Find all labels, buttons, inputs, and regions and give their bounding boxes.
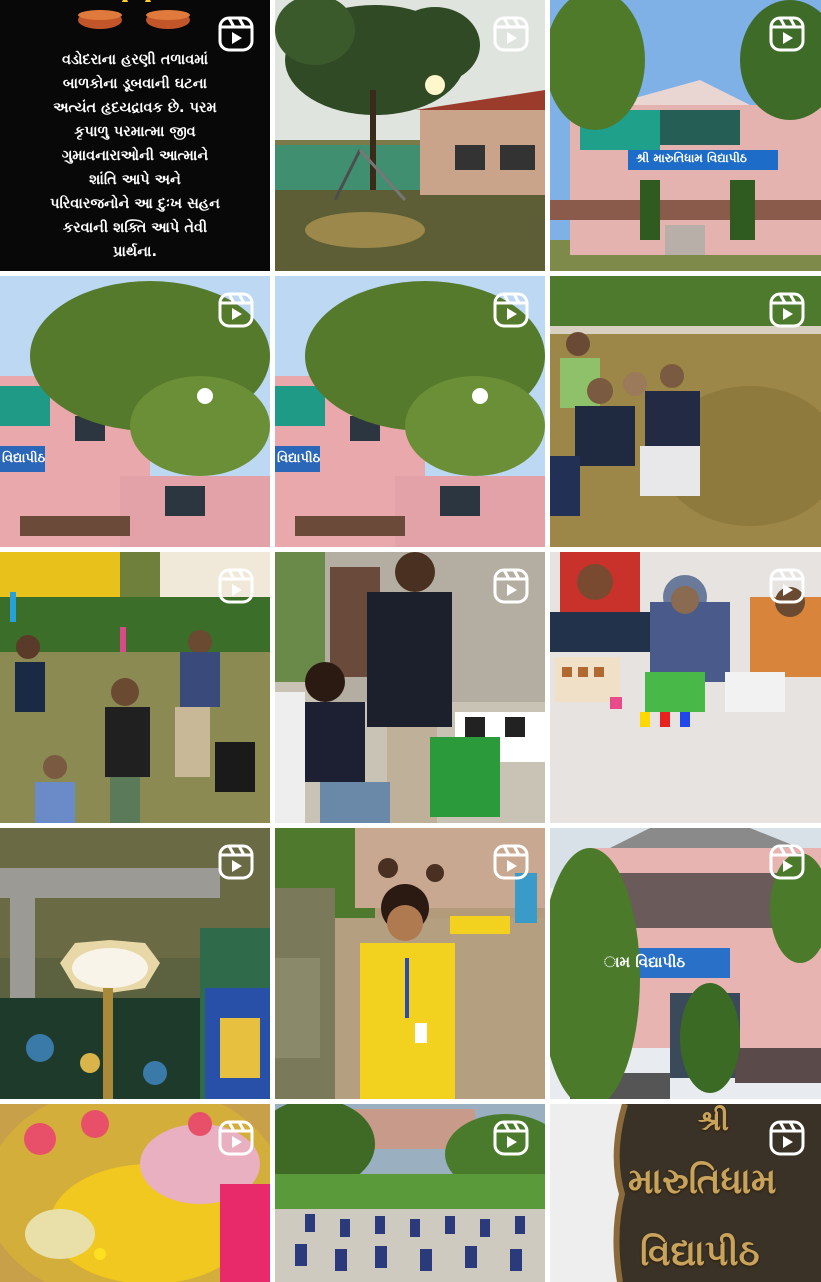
reel-icon [218,568,254,604]
reel-icon [493,292,529,328]
reel-icon [493,568,529,604]
reel-icon [769,568,805,604]
boy-with-microphone-reel[interactable] [275,552,545,823]
school-sign: ામ વિદ્યાપીઠ [604,953,686,971]
reel-icon [218,1120,254,1156]
school-sign: વિદ્યાપીઠ [2,451,46,466]
prayer-message-post[interactable]: વડોદરાના હરણી તળાવમાં બાળકોના ડૂબવાની ઘટ… [0,0,270,271]
colors-rangoli-reel[interactable] [0,1104,270,1282]
reel-icon [218,292,254,328]
reel-icon [493,16,529,52]
reel-icon [769,292,805,328]
school-building-reel[interactable]: શ્રી મારુતિધામ વિદ્યાપીઠ [550,0,821,271]
school-tree-reel-1[interactable]: વિદ્યાપીઠ [0,276,270,547]
kids-with-blocks-reel[interactable] [550,552,821,823]
nameplate-line-2: મારુતિધામ [628,1160,777,1202]
school-sign: શ્રી મારુતિધામ વિદ્યાપીઠ [636,151,747,165]
diya-lamp-reel[interactable] [0,828,270,1099]
school-tree-reel-2[interactable]: વિદ્યાપીઠ [275,276,545,547]
reel-icon [493,1120,529,1156]
reel-icon [769,16,805,52]
reel-icon [218,844,254,880]
yoga-assembly-reel[interactable] [275,1104,545,1282]
nameplate-line-3: વિદ્યાપીઠ [640,1232,760,1274]
reel-icon [769,844,805,880]
school-facade-reel[interactable]: ામ વિદ્યાપીઠ [550,828,821,1099]
stone-nameplate-reel[interactable]: શ્રી મારુતિધામ વિદ્યાપીઠ [550,1104,821,1282]
reels-grid: વડોદરાના હરણી તળાવમાં બાળકોના ડૂબવાની ઘટ… [0,0,821,1282]
reel-icon [769,1120,805,1156]
reel-icon [218,16,254,52]
students-on-grass-reel[interactable] [550,276,821,547]
prayer-text: વડોદરાના હરણી તળાવમાં બાળકોના ડૂબવાની ઘટ… [50,52,220,260]
boy-dancing-yellow-reel[interactable] [275,828,545,1099]
playground-sunrise-reel[interactable] [275,0,545,271]
students-with-bottles-reel[interactable] [0,552,270,823]
school-sign: વિદ્યાપીઠ [277,451,321,466]
reel-icon [493,844,529,880]
